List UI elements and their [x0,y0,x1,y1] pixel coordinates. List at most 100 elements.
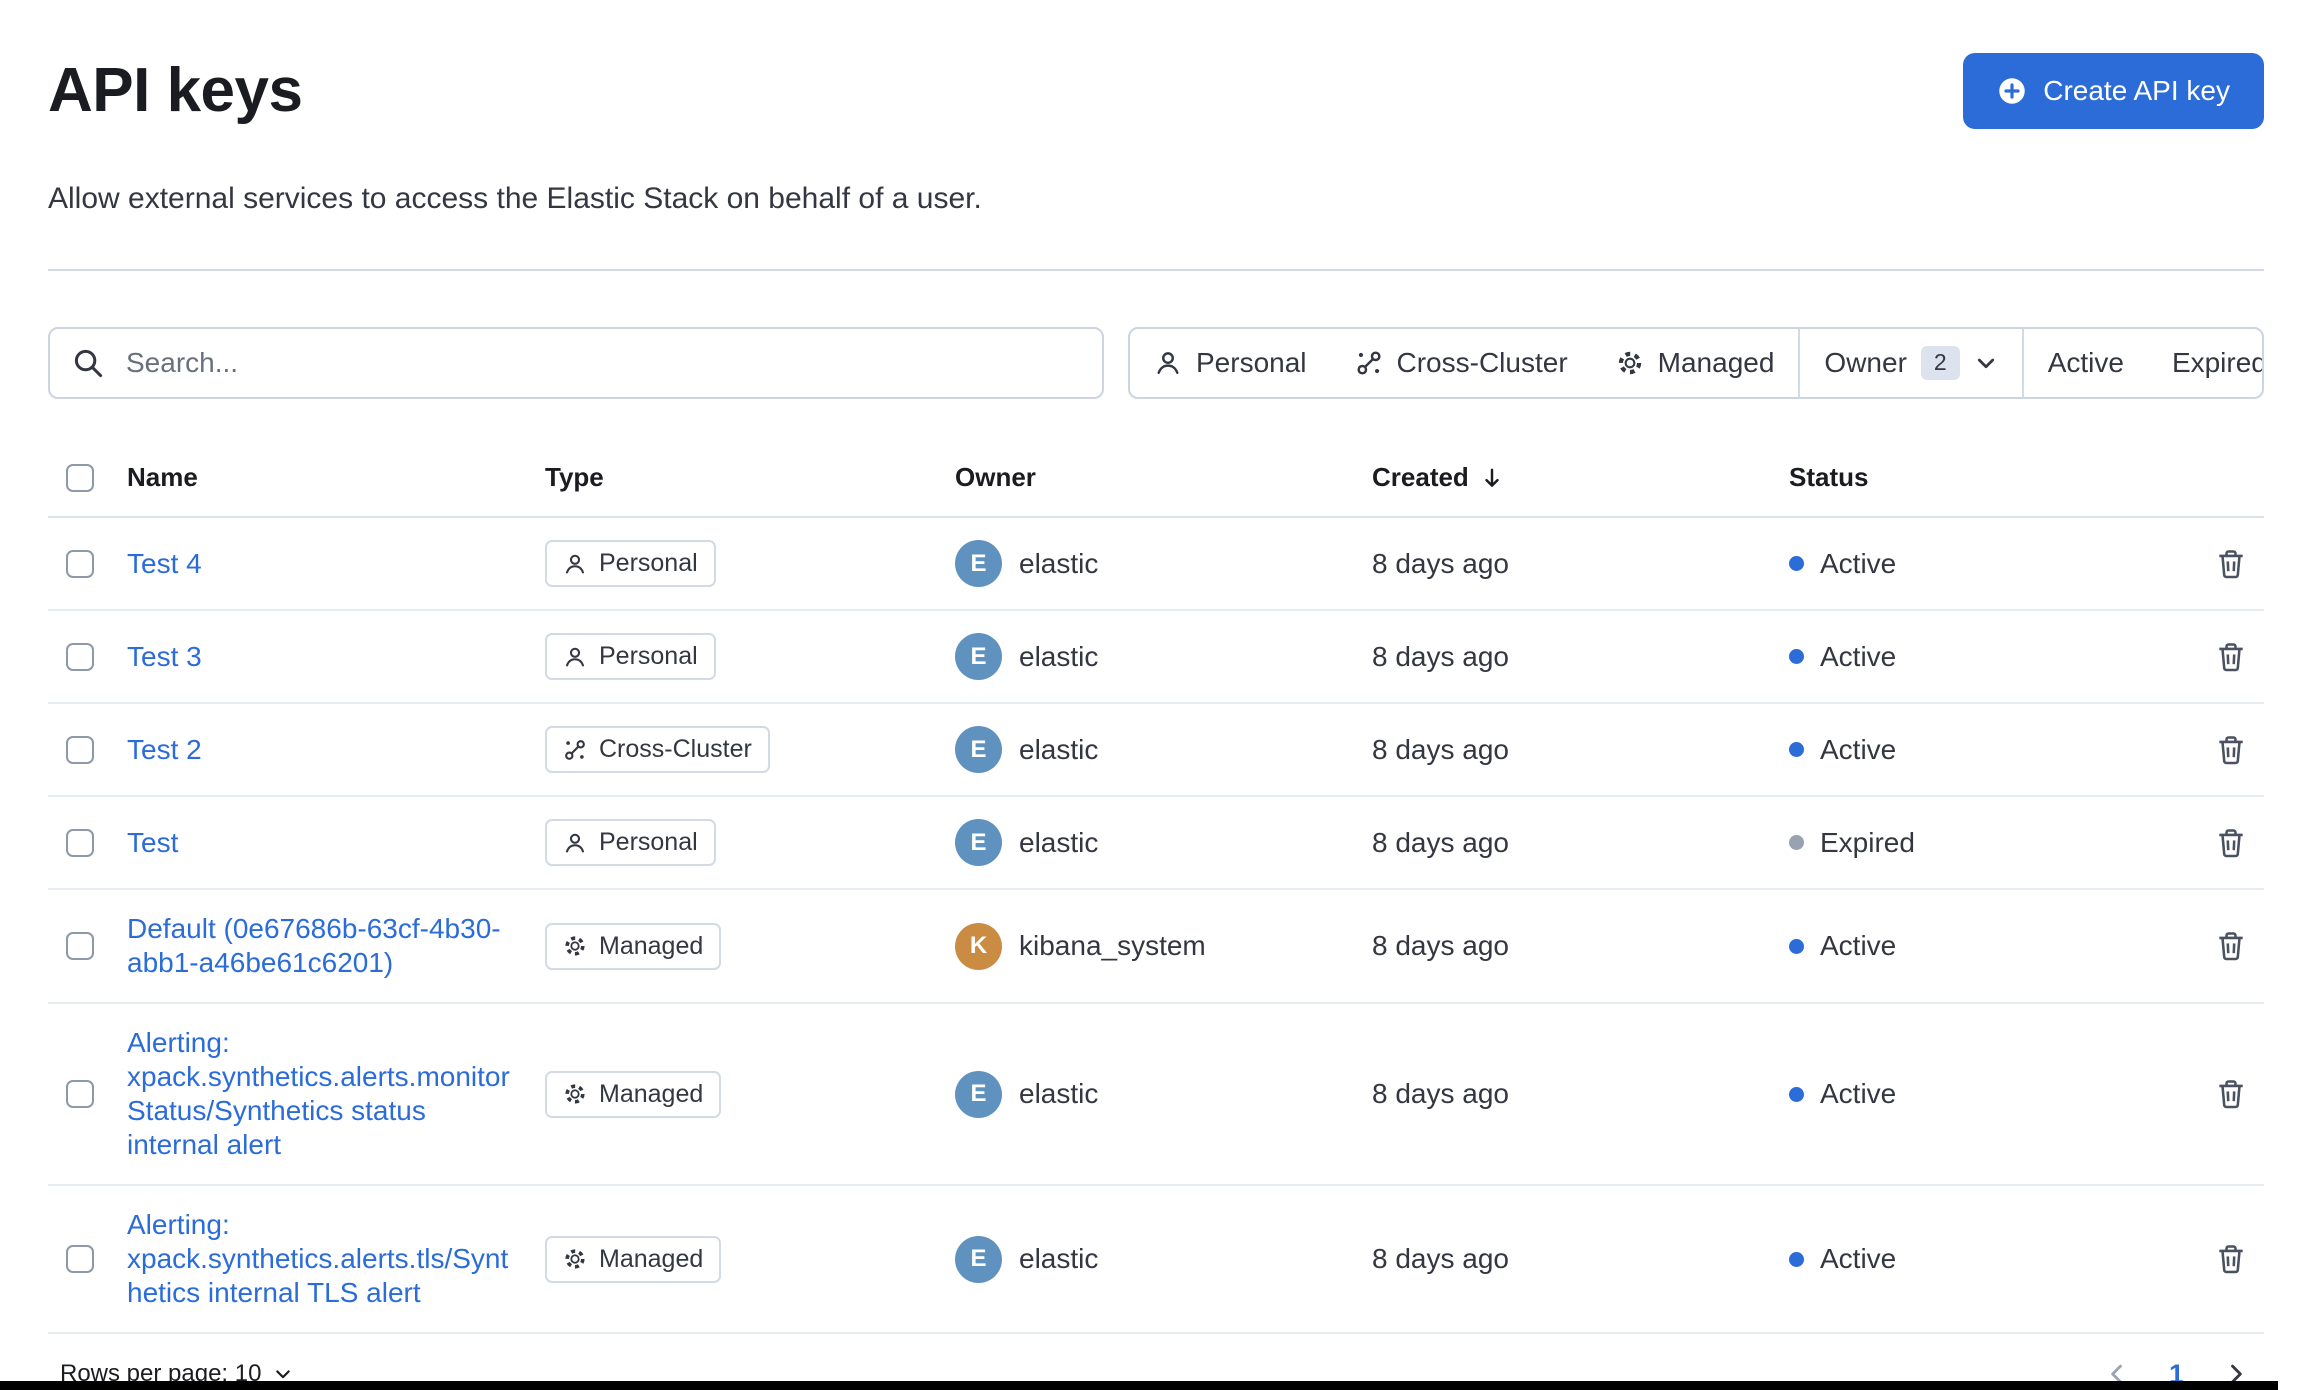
api-keys-table: Name Type Owner Created Status Test 4 Pe… [48,439,2264,1334]
api-key-name-link[interactable]: Test [127,826,204,860]
user-icon [1154,349,1182,377]
status-dot [1789,835,1804,850]
filter-active-label: Active [2047,347,2124,378]
search-input[interactable] [48,327,1104,399]
page-title: API keys [48,56,303,126]
column-header-created-label: Created [1372,462,1469,492]
filter-active[interactable]: Active [2024,329,2148,397]
row-checkbox[interactable] [66,642,94,671]
status-dot [1789,556,1804,571]
filter-owner[interactable]: Owner 2 [1800,329,2021,397]
status-dot [1789,1251,1804,1267]
status-dot [1789,742,1804,757]
filter-managed[interactable]: Managed [1592,329,1799,397]
api-key-name-link[interactable]: Test 2 [127,733,228,767]
page-header: API keys Create API key [48,53,2264,129]
chevron-down-icon [1974,351,1998,375]
type-badge: Managed [545,1070,722,1118]
api-key-name-link[interactable]: Test 4 [127,547,228,581]
filter-cross-cluster[interactable]: Cross-Cluster [1331,329,1592,397]
sort-down-icon [1479,465,1505,491]
table-row: Test 3 Personal Eelastic 8 days ago Acti… [48,611,2264,704]
type-badge-label: Cross-Cluster [599,735,752,763]
delete-button[interactable] [2210,1073,2252,1115]
column-header-status: Status [1789,462,1869,492]
status-dot [1789,1086,1804,1102]
select-all-checkbox[interactable] [66,463,94,492]
table-row: Test Personal Eelastic 8 days ago Expire… [48,797,2264,890]
search-and-filter-bar: Personal Cross-Cluster Managed Owner 2 [48,327,2264,399]
row-checkbox[interactable] [66,1080,94,1108]
owner-avatar: K [955,922,1002,970]
api-key-name-link[interactable]: Alerting: xpack.synthetics.alerts.monito… [127,1026,545,1162]
type-badge: Personal [545,819,716,866]
plus-in-circle-icon [1997,76,2027,106]
filter-expired-label: Expired [2171,347,2264,378]
status-label: Active [1820,547,1897,579]
created-cell: 8 days ago [1372,640,1509,672]
row-checkbox[interactable] [66,735,94,764]
type-badge-label: Personal [599,549,698,577]
api-key-name-link[interactable]: Test 3 [127,640,228,674]
created-cell: 8 days ago [1372,826,1509,858]
type-badge-label: Personal [599,642,698,670]
owner-name: elastic [1019,547,1099,579]
column-header-name: Name [127,462,198,492]
create-api-key-label: Create API key [2043,75,2230,106]
user-icon [563,831,587,855]
type-badge-label: Managed [599,1244,704,1273]
owner-name: kibana_system [1019,930,1206,961]
column-header-created[interactable]: Created [1372,439,1789,516]
delete-button[interactable] [2210,822,2252,864]
row-checkbox[interactable] [66,549,94,578]
type-badge-label: Managed [599,1079,704,1108]
status-label: Active [1820,1078,1897,1109]
filter-personal[interactable]: Personal [1130,329,1331,397]
type-badge: Managed [545,1235,722,1283]
owner-count-badge: 2 [1920,346,1960,380]
gear-icon [563,934,587,958]
type-badge: Cross-Cluster [545,726,770,773]
owner-name: elastic [1019,826,1099,858]
api-key-name-link[interactable]: Default (0e67686b-63cf-4b30-abb1-a46be61… [127,912,545,980]
status-label: Active [1820,640,1897,672]
owner-name: elastic [1019,1243,1099,1274]
delete-button[interactable] [2210,1238,2252,1280]
delete-button[interactable] [2210,636,2252,678]
owner-avatar: E [955,633,1002,680]
type-badge: Personal [545,633,716,680]
bottom-edge-bar [0,1381,2278,1390]
owner-name: elastic [1019,733,1099,765]
table-row: Alerting: xpack.synthetics.alerts.tls/Sy… [48,1186,2264,1334]
header-divider [48,269,2264,271]
delete-button[interactable] [2210,543,2252,585]
type-badge-label: Personal [599,828,698,856]
user-icon [563,645,587,669]
type-badge: Personal [545,540,716,587]
gear-icon [563,1082,587,1106]
page-subtitle: Allow external services to access the El… [48,182,982,215]
create-api-key-button[interactable]: Create API key [1963,53,2264,129]
gear-icon [563,1247,587,1271]
row-checkbox[interactable] [66,932,94,960]
filter-cross-cluster-label: Cross-Cluster [1396,347,1568,378]
api-key-name-link[interactable]: Alerting: xpack.synthetics.alerts.tls/Sy… [127,1208,545,1310]
owner-name: elastic [1019,640,1099,672]
created-cell: 8 days ago [1372,930,1509,961]
row-checkbox[interactable] [66,1245,94,1273]
delete-button[interactable] [2210,729,2252,771]
table-row: Alerting: xpack.synthetics.alerts.monito… [48,1004,2264,1186]
type-badge-label: Managed [599,931,704,960]
owner-avatar: E [955,819,1002,866]
api-keys-page: API keys Create API key Allow external s… [0,0,2318,1390]
row-checkbox[interactable] [66,828,94,857]
owner-name: elastic [1019,1078,1099,1109]
delete-button[interactable] [2210,925,2252,967]
filter-expired[interactable]: Expired [2148,329,2264,397]
status-label: Active [1820,1243,1897,1274]
created-cell: 8 days ago [1372,733,1509,765]
created-cell: 8 days ago [1372,547,1509,579]
status-label: Active [1820,930,1897,961]
created-cell: 8 days ago [1372,1243,1509,1274]
owner-avatar: E [955,540,1002,587]
